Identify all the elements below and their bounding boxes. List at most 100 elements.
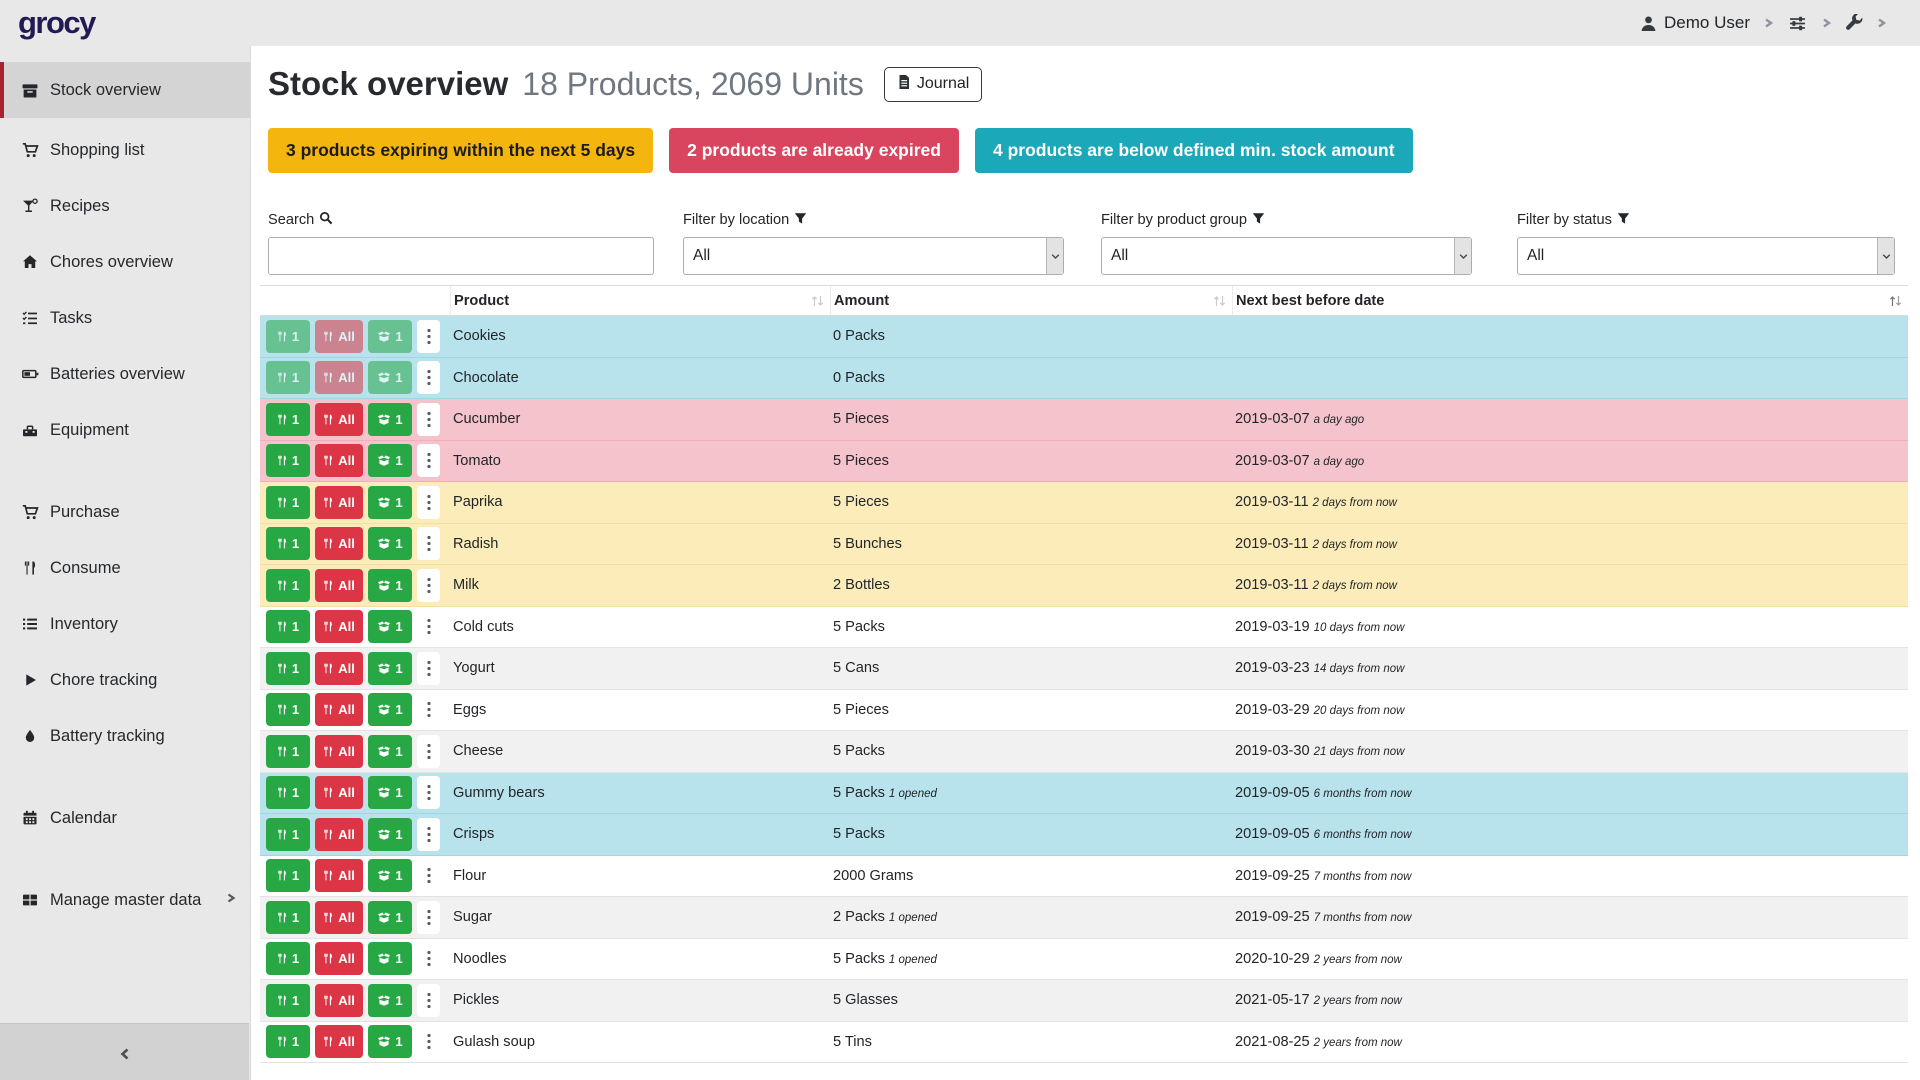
row-menu-button[interactable]: [417, 527, 440, 560]
consume-one-button[interactable]: 1: [266, 942, 310, 975]
sidebar-item-chores-overview[interactable]: Chores overview: [0, 242, 250, 282]
sidebar-item-tasks[interactable]: Tasks: [0, 298, 250, 338]
consume-one-button[interactable]: 1: [266, 610, 310, 643]
sidebar-item-consume[interactable]: Consume: [0, 548, 250, 588]
consume-all-button[interactable]: All: [315, 527, 363, 560]
row-menu-button[interactable]: [417, 403, 440, 436]
consume-one-button[interactable]: 1: [266, 652, 310, 685]
consume-all-button[interactable]: All: [315, 776, 363, 809]
consume-all-button[interactable]: All: [315, 1025, 363, 1058]
open-one-button[interactable]: 1: [368, 735, 412, 768]
consume-all-button[interactable]: All: [315, 361, 363, 394]
row-menu-button[interactable]: [417, 818, 440, 851]
open-one-button[interactable]: 1: [368, 361, 412, 394]
open-one-button[interactable]: 1: [368, 693, 412, 726]
row-menu-button[interactable]: [417, 735, 440, 768]
chevron-right-icon[interactable]: [1821, 16, 1832, 30]
row-menu-button[interactable]: [417, 652, 440, 685]
admin-menu-button[interactable]: [1845, 14, 1863, 32]
open-one-button[interactable]: 1: [368, 1025, 412, 1058]
sidebar-item-shopping-list[interactable]: Shopping list: [0, 130, 250, 170]
open-one-button[interactable]: 1: [368, 403, 412, 436]
product-group-filter-select[interactable]: All: [1101, 237, 1472, 275]
sidebar-item-purchase[interactable]: Purchase: [0, 492, 250, 532]
consume-all-button[interactable]: All: [315, 652, 363, 685]
consume-one-button[interactable]: 1: [266, 361, 310, 394]
consume-one-button[interactable]: 1: [266, 403, 310, 436]
open-one-button[interactable]: 1: [368, 776, 412, 809]
consume-one-button[interactable]: 1: [266, 693, 310, 726]
expired-alert-badge[interactable]: 2 products are already expired: [669, 128, 959, 173]
row-menu-button[interactable]: [417, 486, 440, 519]
open-one-button[interactable]: 1: [368, 486, 412, 519]
user-menu-button[interactable]: Demo User: [1640, 13, 1750, 33]
row-menu-button[interactable]: [417, 1025, 440, 1058]
consume-all-button[interactable]: All: [315, 859, 363, 892]
row-menu-button[interactable]: [417, 320, 440, 353]
consume-all-button[interactable]: All: [315, 444, 363, 477]
row-menu-button[interactable]: [417, 859, 440, 892]
open-one-button[interactable]: 1: [368, 527, 412, 560]
row-menu-button[interactable]: [417, 361, 440, 394]
consume-one-button[interactable]: 1: [266, 527, 310, 560]
open-one-button[interactable]: 1: [368, 320, 412, 353]
row-menu-button[interactable]: [417, 984, 440, 1017]
consume-all-button[interactable]: All: [315, 610, 363, 643]
sidebar-item-calendar[interactable]: Calendar: [0, 798, 250, 838]
row-menu-button[interactable]: [417, 776, 440, 809]
consume-one-button[interactable]: 1: [266, 320, 310, 353]
sidebar-item-equipment[interactable]: Equipment: [0, 410, 250, 450]
sidebar-item-stock-overview[interactable]: Stock overview: [0, 62, 250, 118]
consume-all-button[interactable]: All: [315, 569, 363, 602]
consume-one-button[interactable]: 1: [266, 859, 310, 892]
grocy-logo[interactable]: grocy: [18, 0, 95, 46]
consume-one-button[interactable]: 1: [266, 984, 310, 1017]
consume-one-button[interactable]: 1: [266, 1025, 310, 1058]
open-one-button[interactable]: 1: [368, 859, 412, 892]
row-menu-button[interactable]: [417, 942, 440, 975]
consume-one-button[interactable]: 1: [266, 486, 310, 519]
row-menu-button[interactable]: [417, 610, 440, 643]
sidebar-collapse-bar[interactable]: [0, 1023, 249, 1080]
sidebar-item-chore-tracking[interactable]: Chore tracking: [0, 660, 250, 700]
consume-all-button[interactable]: All: [315, 486, 363, 519]
consume-all-button[interactable]: All: [315, 403, 363, 436]
open-one-button[interactable]: 1: [368, 818, 412, 851]
chevron-right-icon[interactable]: [1876, 16, 1887, 30]
consume-one-button[interactable]: 1: [266, 776, 310, 809]
row-menu-button[interactable]: [417, 444, 440, 477]
chevron-right-icon[interactable]: [1763, 16, 1774, 30]
settings-menu-button[interactable]: [1787, 15, 1808, 32]
open-one-button[interactable]: 1: [368, 942, 412, 975]
consume-all-button[interactable]: All: [315, 984, 363, 1017]
row-menu-button[interactable]: [417, 901, 440, 934]
sidebar-item-batteries-overview[interactable]: Batteries overview: [0, 354, 250, 394]
open-one-button[interactable]: 1: [368, 569, 412, 602]
row-menu-button[interactable]: [417, 693, 440, 726]
consume-one-button[interactable]: 1: [266, 818, 310, 851]
sort-icon[interactable]: [1213, 294, 1226, 308]
consume-all-button[interactable]: All: [315, 735, 363, 768]
journal-button[interactable]: Journal: [884, 67, 982, 102]
product-column-header[interactable]: Product: [450, 286, 830, 315]
sort-icon[interactable]: [811, 294, 824, 308]
next-best-before-date-column-header[interactable]: Next best before date: [1232, 286, 1908, 315]
consume-all-button[interactable]: All: [315, 693, 363, 726]
consume-all-button[interactable]: All: [315, 320, 363, 353]
open-one-button[interactable]: 1: [368, 652, 412, 685]
row-menu-button[interactable]: [417, 569, 440, 602]
consume-one-button[interactable]: 1: [266, 569, 310, 602]
consume-one-button[interactable]: 1: [266, 444, 310, 477]
search-input[interactable]: [268, 237, 654, 275]
consume-one-button[interactable]: 1: [266, 735, 310, 768]
consume-all-button[interactable]: All: [315, 942, 363, 975]
sidebar-item-recipes[interactable]: Recipes: [0, 186, 250, 226]
open-one-button[interactable]: 1: [368, 610, 412, 643]
sidebar-item-battery-tracking[interactable]: Battery tracking: [0, 716, 250, 756]
collapse-left-icon[interactable]: [119, 1046, 131, 1080]
consume-one-button[interactable]: 1: [266, 901, 310, 934]
below-min-stock-alert-badge[interactable]: 4 products are below defined min. stock …: [975, 128, 1413, 173]
expiring-alert-badge[interactable]: 3 products expiring within the next 5 da…: [268, 128, 653, 173]
status-filter-select[interactable]: All: [1517, 237, 1895, 275]
consume-all-button[interactable]: All: [315, 818, 363, 851]
